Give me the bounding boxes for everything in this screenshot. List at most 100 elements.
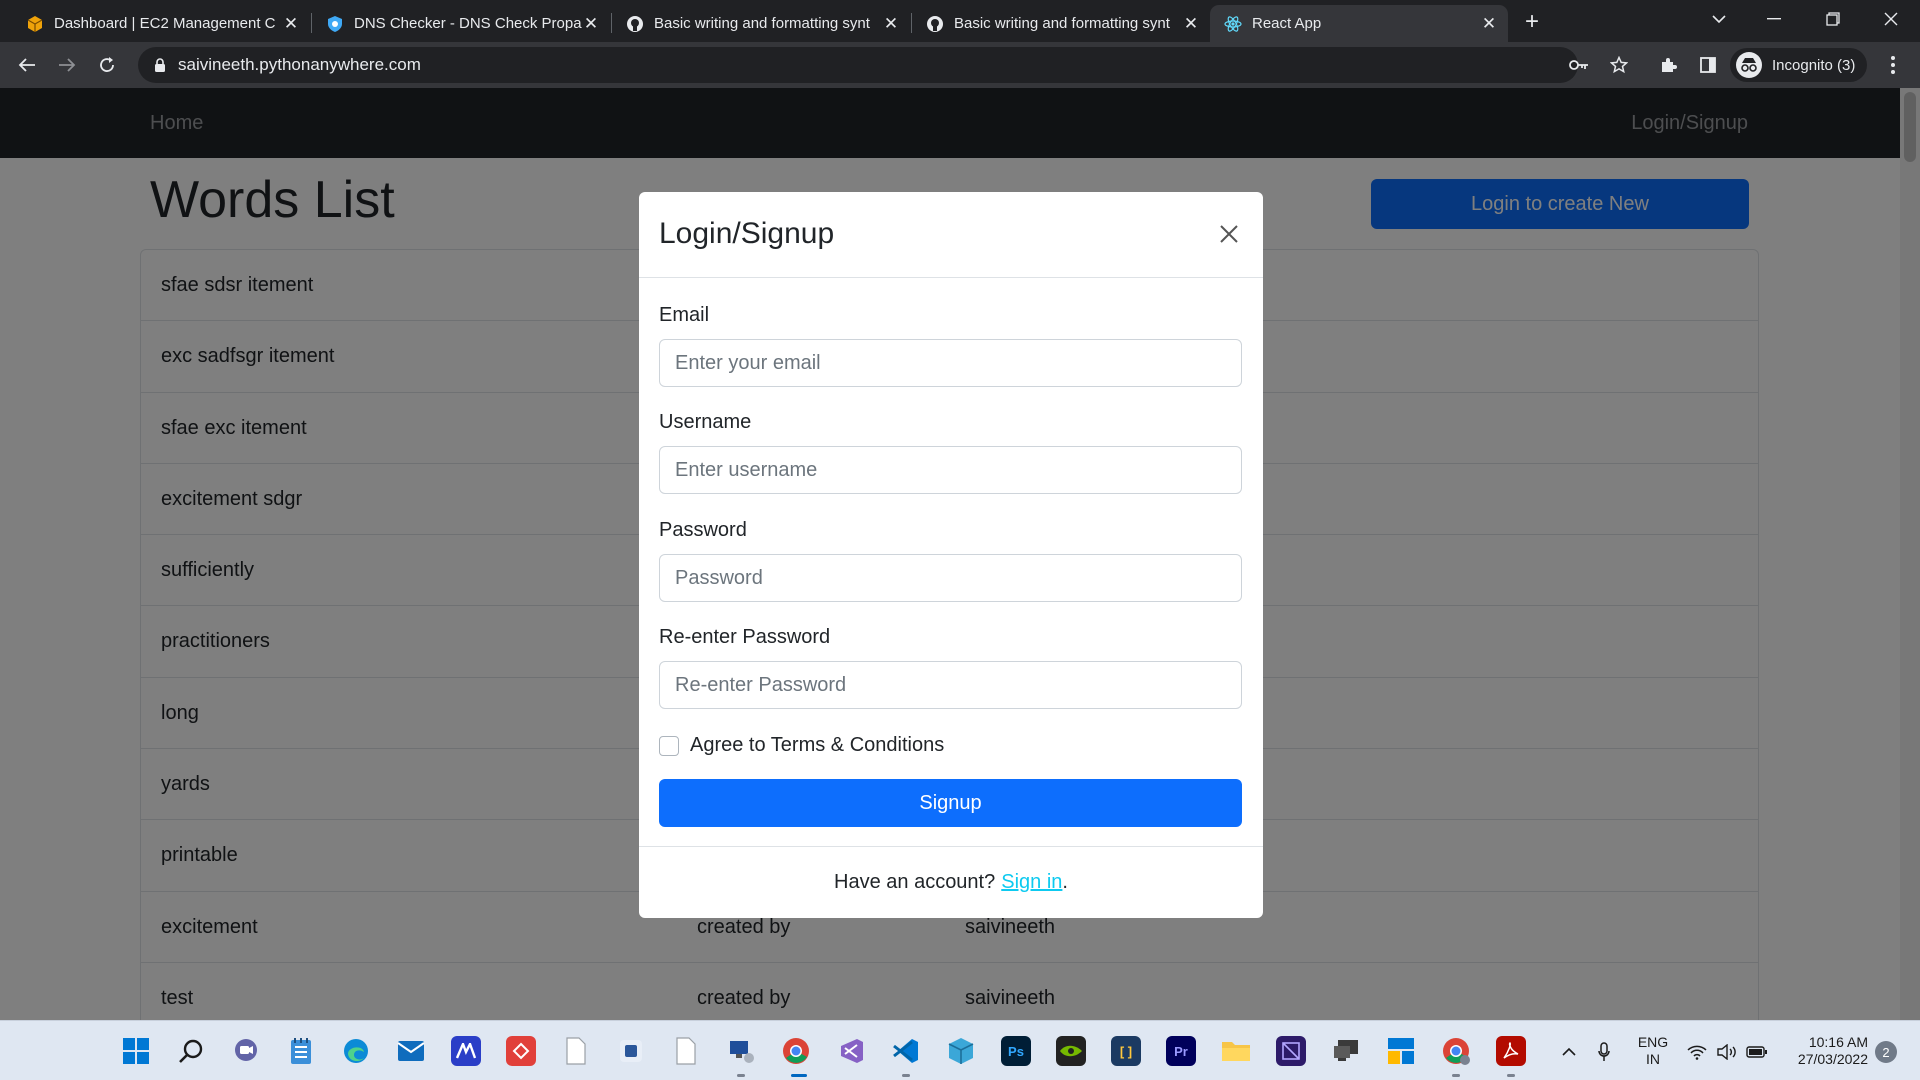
tab-title: Basic writing and formatting synt bbox=[954, 15, 1170, 32]
edge-browser-icon[interactable] bbox=[341, 1036, 371, 1066]
password-field[interactable] bbox=[659, 554, 1242, 602]
browser-tab-github-1[interactable]: Basic writing and formatting synt ✕ bbox=[612, 5, 910, 42]
chevron-up-icon[interactable] bbox=[1558, 1041, 1580, 1063]
nvidia-icon[interactable] bbox=[1056, 1036, 1086, 1066]
restore-icon[interactable] bbox=[1818, 4, 1848, 34]
profile-label: Incognito (3) bbox=[1772, 56, 1856, 74]
window-close-icon[interactable] bbox=[1876, 4, 1906, 34]
search-icon[interactable] bbox=[176, 1036, 206, 1066]
new-tab-button[interactable]: + bbox=[1518, 8, 1546, 36]
acrobat-icon[interactable] bbox=[1496, 1036, 1526, 1066]
username-field[interactable] bbox=[659, 446, 1242, 494]
lock-icon[interactable] bbox=[152, 57, 168, 73]
windows-app-icon[interactable] bbox=[1386, 1036, 1416, 1066]
browser-tab-dns-checker[interactable]: DNS Checker - DNS Check Propa ✕ bbox=[312, 5, 610, 42]
incognito-icon bbox=[1736, 52, 1762, 78]
word-document-icon[interactable] bbox=[616, 1036, 646, 1066]
terms-checkbox[interactable] bbox=[659, 735, 679, 756]
reenter-password-label: Re-enter Password bbox=[659, 626, 831, 648]
menu-kebab-icon[interactable] bbox=[1878, 50, 1908, 80]
reenter-password-field[interactable] bbox=[659, 661, 1242, 709]
url-text[interactable]: saivineeth.pythonanywhere.com bbox=[178, 55, 421, 75]
tab-title: Dashboard | EC2 Management C bbox=[54, 15, 276, 32]
anydesk-icon[interactable] bbox=[506, 1036, 536, 1066]
sign-in-link[interactable]: Sign in bbox=[1001, 871, 1062, 894]
clock[interactable]: 10:16 AM 27/03/2022 bbox=[1780, 1034, 1868, 1068]
active-app-indicator bbox=[791, 1074, 807, 1077]
running-indicator bbox=[1507, 1074, 1515, 1077]
notepad-icon[interactable] bbox=[286, 1036, 316, 1066]
brackets-icon[interactable]: [ ] bbox=[1111, 1036, 1141, 1066]
windows-taskbar: Ps [ ] Pr ENG IN 10:16 AM 27/03/2022 2 bbox=[0, 1020, 1920, 1080]
volume-icon[interactable] bbox=[1716, 1041, 1738, 1063]
language-indicator[interactable]: ENG IN bbox=[1628, 1034, 1678, 1068]
aws-cube-icon bbox=[26, 15, 44, 33]
browser-tab-strip: Dashboard | EC2 Management C ✕ DNS Check… bbox=[0, 0, 1920, 42]
close-icon[interactable]: ✕ bbox=[1182, 14, 1200, 33]
teams-chat-icon[interactable] bbox=[231, 1036, 261, 1066]
tab-title: React App bbox=[1252, 15, 1322, 32]
key-icon[interactable] bbox=[1564, 50, 1594, 80]
email-field[interactable] bbox=[659, 339, 1242, 387]
photoshop-icon[interactable]: Ps bbox=[1001, 1036, 1031, 1066]
username-label: Username bbox=[659, 411, 752, 433]
terms-label[interactable]: Agree to Terms & Conditions bbox=[690, 734, 944, 757]
modal-footer: Have an account? Sign in . bbox=[639, 846, 1263, 918]
clock-date: 27/03/2022 bbox=[1797, 1051, 1868, 1067]
close-icon[interactable]: ✕ bbox=[1480, 14, 1498, 33]
wifi-icon[interactable] bbox=[1686, 1041, 1708, 1063]
running-indicator bbox=[902, 1074, 910, 1077]
azure-data-studio-icon[interactable] bbox=[946, 1036, 976, 1066]
browser-tab-react-app[interactable]: React App ✕ bbox=[1210, 5, 1508, 42]
network-computer-icon[interactable] bbox=[726, 1036, 756, 1066]
signup-button[interactable]: Signup bbox=[659, 779, 1242, 827]
chrome-icon[interactable] bbox=[781, 1036, 811, 1066]
vscode-icon[interactable] bbox=[891, 1036, 921, 1066]
close-icon[interactable]: ✕ bbox=[582, 14, 600, 33]
side-panel-icon[interactable] bbox=[1693, 50, 1723, 80]
premiere-pro-icon[interactable]: Pr bbox=[1166, 1036, 1196, 1066]
browser-tab-github-2[interactable]: Basic writing and formatting synt ✕ bbox=[912, 5, 1210, 42]
address-bar[interactable]: saivineeth.pythonanywhere.com bbox=[138, 47, 1578, 83]
browser-tab-ec2[interactable]: Dashboard | EC2 Management C ✕ bbox=[12, 5, 310, 42]
footer-suffix: . bbox=[1062, 871, 1068, 893]
extensions-puzzle-icon[interactable] bbox=[1653, 50, 1683, 80]
tab-title: Basic writing and formatting synt bbox=[654, 15, 870, 32]
bookmark-star-icon[interactable] bbox=[1604, 50, 1634, 80]
footer-text: Have an account? bbox=[834, 871, 996, 893]
back-arrow-icon[interactable] bbox=[12, 50, 42, 80]
github-icon bbox=[626, 15, 644, 33]
close-icon[interactable] bbox=[1213, 218, 1245, 250]
reload-icon[interactable] bbox=[92, 50, 122, 80]
battery-icon[interactable] bbox=[1746, 1041, 1768, 1063]
chrome-profile-icon[interactable] bbox=[1441, 1036, 1471, 1066]
language-code: ENG bbox=[1637, 1034, 1669, 1050]
running-indicator bbox=[737, 1074, 745, 1077]
email-label: Email bbox=[659, 304, 710, 326]
microphone-icon[interactable] bbox=[1593, 1041, 1615, 1063]
app-m-icon[interactable] bbox=[451, 1036, 481, 1066]
login-signup-modal: Login/Signup Email Username Password Re-… bbox=[639, 192, 1263, 918]
dns-checker-icon bbox=[326, 15, 344, 33]
file-icon[interactable] bbox=[561, 1036, 591, 1066]
windows-start-icon[interactable] bbox=[121, 1036, 151, 1066]
video-editor-icon[interactable] bbox=[1276, 1036, 1306, 1066]
modal-title: Login/Signup bbox=[659, 217, 835, 250]
close-icon[interactable]: ✕ bbox=[282, 14, 300, 33]
github-icon bbox=[926, 15, 944, 33]
mail-icon[interactable] bbox=[396, 1036, 426, 1066]
minimize-icon[interactable] bbox=[1759, 4, 1789, 34]
incognito-profile-button[interactable]: Incognito (3) bbox=[1730, 48, 1868, 82]
react-icon bbox=[1224, 15, 1242, 33]
close-icon[interactable]: ✕ bbox=[882, 14, 900, 33]
notification-badge[interactable]: 2 bbox=[1875, 1041, 1897, 1063]
remote-desktop-icon[interactable] bbox=[1331, 1036, 1361, 1066]
file-explorer-icon[interactable] bbox=[1221, 1036, 1251, 1066]
modal-header: Login/Signup bbox=[639, 192, 1263, 278]
tab-search-chevron-icon[interactable] bbox=[1704, 4, 1734, 34]
terms-row: Agree to Terms & Conditions bbox=[659, 734, 944, 757]
forward-arrow-icon[interactable] bbox=[52, 50, 82, 80]
visual-studio-icon[interactable] bbox=[836, 1036, 866, 1066]
blank-file-icon[interactable] bbox=[671, 1036, 701, 1066]
running-indicator bbox=[1452, 1074, 1460, 1077]
